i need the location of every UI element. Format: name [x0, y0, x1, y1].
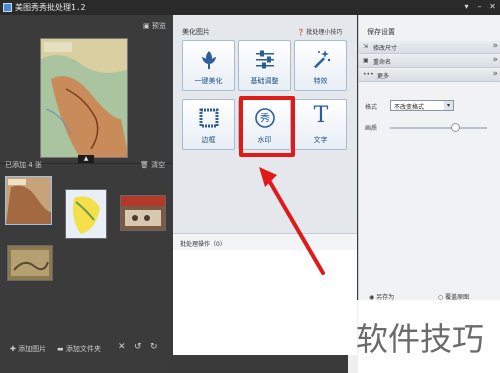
tool-frame[interactable]: 边框 — [182, 99, 235, 150]
watermark-overlay: 软件技巧 — [348, 300, 500, 373]
rename-icon: ▣ — [363, 57, 369, 64]
thumbnail-1[interactable] — [5, 176, 52, 225]
flower-icon — [202, 51, 216, 69]
format-label: 格式 — [365, 104, 378, 111]
text-icon: T — [313, 103, 329, 128]
menu-icon[interactable]: ▾ — [461, 1, 472, 13]
map-picture — [41, 39, 127, 157]
thumbnail-4[interactable] — [7, 245, 53, 281]
added-count: 已添加 4 张 — [5, 161, 42, 169]
collapse-toggle[interactable]: ▲ — [78, 155, 94, 163]
tool-auto-beautify[interactable]: 一键美化 — [182, 40, 235, 91]
add-folder-button[interactable]: ▬ 添加文件夹 — [57, 344, 101, 354]
batch-ops-label: 批处理操作（0） — [180, 241, 226, 248]
app-icon — [3, 3, 12, 12]
tool-text[interactable]: T 文字 — [294, 99, 347, 150]
more-icon: ••• — [363, 71, 374, 78]
add-image-button[interactable]: ✚ 添加图片 — [10, 344, 46, 354]
thumbnail-2[interactable] — [65, 189, 107, 239]
tool-basic-adjust[interactable]: 基础调整 — [238, 40, 291, 91]
image-list-panel: ▣ 预览 ▲ 已添加 4 张 🗑 清空 ✚ 添加图片 ▬ 添加文件夹 ✕ ↺ ↻ — [0, 15, 172, 373]
tips-link[interactable]: ❓ 批处理小技巧 — [297, 27, 342, 36]
row-resize[interactable]: ⇲ 修改尺寸 » — [359, 41, 500, 54]
quality-slider-thumb[interactable] — [451, 123, 460, 132]
close-icon[interactable]: ✕ — [487, 1, 498, 13]
highlight-box — [239, 96, 295, 157]
thumbnail-photo — [121, 196, 165, 230]
quality-slider-track[interactable] — [390, 127, 487, 129]
trash-icon: 🗑 — [140, 161, 149, 169]
window-title: 美图秀秀批处理1.2 — [15, 3, 86, 12]
delete-icon[interactable]: ✕ — [118, 342, 126, 352]
rotate-left-icon[interactable]: ↺ — [134, 342, 142, 352]
preview-image — [40, 38, 128, 158]
chevron-down-icon: » — [492, 41, 498, 51]
chevron-up-icon: » — [492, 69, 498, 79]
resize-icon: ⇲ — [363, 43, 369, 50]
save-settings-title: 保存设置 — [367, 28, 395, 36]
section-title: 美化图片 — [182, 28, 210, 36]
plus-icon: ✚ — [10, 345, 16, 353]
dropdown-arrow-icon: ▾ — [444, 101, 453, 110]
minimize-icon[interactable]: – — [474, 1, 485, 13]
row-more[interactable]: ••• 更多 » — [359, 69, 500, 82]
clear-button[interactable]: 🗑 清空 — [140, 160, 165, 170]
thumbnail-map — [6, 177, 51, 224]
quality-label: 画质 — [365, 125, 378, 132]
annotation-arrow — [259, 167, 325, 275]
row-rename[interactable]: ▣ 重命名 » — [359, 55, 500, 68]
format-select[interactable]: 不改变格式 ▾ — [390, 100, 454, 111]
thumbnail-map-yellow — [66, 190, 106, 238]
thumbnail-3[interactable] — [120, 195, 166, 231]
help-icon: ❓ — [297, 29, 305, 36]
preview-button[interactable]: ▣ 预览 — [143, 21, 166, 31]
sliders-icon — [256, 50, 274, 69]
thumbnail-painting — [8, 246, 52, 280]
tool-effects[interactable]: 特效 — [294, 40, 347, 91]
magic-wand-icon — [314, 50, 331, 69]
title-bar: 美图秀秀批处理1.2 ▾ – ✕ — [0, 0, 500, 15]
frame-icon — [199, 108, 219, 128]
preview-icon: ▣ — [143, 22, 150, 30]
watermark-text: 软件技巧 — [356, 320, 485, 358]
folder-icon: ▬ — [57, 345, 64, 353]
rotate-right-icon[interactable]: ↻ — [150, 342, 158, 352]
chevron-down-icon: » — [492, 55, 498, 65]
